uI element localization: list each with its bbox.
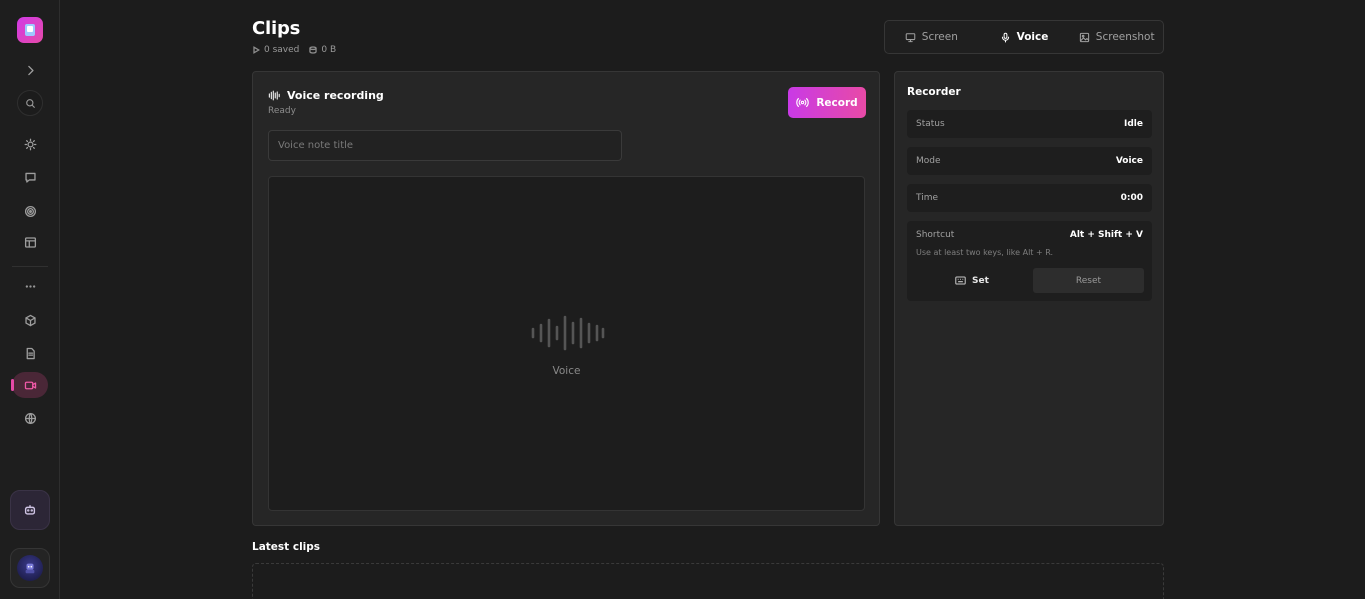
recorder-panel: Recorder Status Idle Mode Voice Time 0:0… [894,71,1164,526]
recorder-status-label: Status [916,119,945,129]
voice-status-text: Ready [268,106,296,116]
recorder-status-row: Status Idle [907,110,1152,138]
recorder-mode-value: Voice [1115,156,1143,166]
voice-panel-header: Voice recording [268,89,384,102]
tab-screenshot-label: Screenshot [1095,31,1155,43]
set-shortcut-label: Set [972,275,989,286]
voice-stage-label: Voice [552,365,581,377]
search-icon[interactable] [17,90,43,116]
tab-voice[interactable]: Voice [978,21,1071,53]
recorder-mode-row: Mode Voice [907,147,1152,175]
recorder-time-row: Time 0:00 [907,184,1152,212]
voice-visualizer-stage: Voice [268,176,865,511]
sidebar [0,0,60,599]
waveform-icon [531,315,605,351]
shortcut-label: Shortcut [916,230,955,240]
shortcut-card: Shortcut Alt + Shift + V Use at least tw… [907,221,1152,301]
sun-icon[interactable] [14,131,46,157]
recorder-time-label: Time [916,193,939,203]
message-icon[interactable] [14,164,46,190]
document-icon[interactable] [14,340,46,366]
waveform-icon [268,90,280,101]
more-horizontal-icon[interactable] [14,273,46,299]
cube-icon[interactable] [14,307,46,333]
recorder-mode-label: Mode [916,156,941,166]
microphone-icon [1001,32,1009,42]
broadcast-icon [796,98,810,107]
recorder-time-value: 0:00 [1120,193,1143,203]
storage-icon [309,46,318,54]
storage-used: 0 B [309,45,336,55]
target-icon[interactable] [14,198,46,224]
globe-icon[interactable] [14,405,46,431]
storage-used-text: 0 B [321,45,337,55]
monitor-icon [905,32,916,42]
app-window: Clips 0 saved 0 B Screen Voice Screensho… [0,0,1365,599]
record-button[interactable]: Record [788,87,866,118]
image-icon [1079,32,1089,42]
reset-shortcut-button[interactable]: Reset [1033,268,1144,293]
shortcut-hint: Use at least two keys, like Alt + R. [916,248,1054,257]
saved-count-text: 0 saved [264,45,300,55]
voice-panel-title: Voice recording [287,89,384,102]
tab-screen[interactable]: Screen [885,21,978,53]
recorder-title: Recorder [907,86,961,98]
user-avatar-button[interactable] [10,548,50,588]
tab-voice-label: Voice [1016,31,1049,43]
chevron-right-icon[interactable] [14,57,46,83]
keyboard-icon [955,276,966,285]
record-button-label: Record [816,96,858,109]
saved-count: 0 saved [252,45,299,55]
video-icon[interactable] [11,372,48,398]
avatar-icon [17,555,43,581]
layout-icon[interactable] [14,229,46,255]
page-meta: 0 saved 0 B [252,45,336,55]
play-icon [253,46,260,54]
app-logo-icon[interactable] [17,17,43,43]
voice-note-title-input[interactable] [268,130,622,161]
mode-tabs: Screen Voice Screenshot [884,20,1164,54]
latest-clips-title: Latest clips [252,541,321,553]
robot-icon[interactable] [10,490,50,530]
reset-shortcut-label: Reset [1075,275,1102,286]
voice-recording-panel: Voice recording Ready Record Voice [252,71,880,526]
page-title: Clips [252,18,301,39]
recorder-status-value: Idle [1124,119,1143,129]
shortcut-value: Alt + Shift + V [1069,230,1143,240]
latest-clips-list [252,563,1164,599]
sidebar-divider [12,266,48,267]
set-shortcut-button[interactable]: Set [916,268,1028,293]
tab-screen-label: Screen [921,31,958,43]
tab-screenshot[interactable]: Screenshot [1070,21,1163,53]
